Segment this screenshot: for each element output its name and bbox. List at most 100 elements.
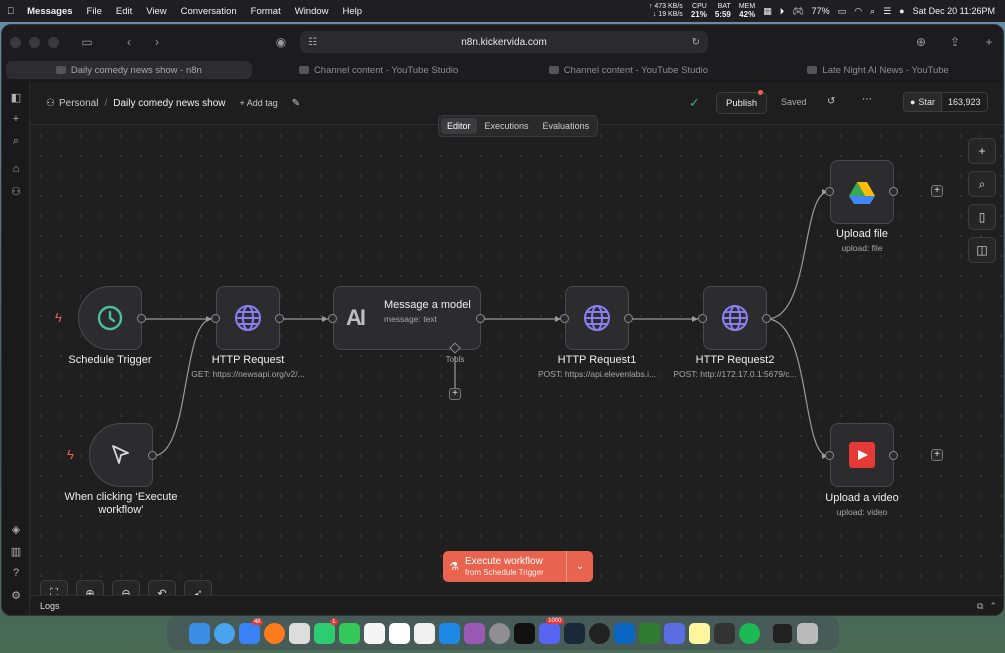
input-port[interactable] xyxy=(825,187,834,196)
output-port[interactable] xyxy=(889,451,898,460)
help-icon[interactable]: ? xyxy=(2,562,30,584)
system-settings-icon[interactable] xyxy=(488,622,510,644)
facetime-icon[interactable]: 1 xyxy=(313,618,338,644)
node-manual-trigger[interactable] xyxy=(89,423,153,487)
input-port[interactable] xyxy=(825,451,834,460)
execute-options-chevron-icon[interactable]: ⌄ xyxy=(566,551,593,582)
share-icon[interactable]: ⇪ xyxy=(941,31,969,53)
apple-icon[interactable]:  xyxy=(0,6,21,17)
tab-youtube-studio-2[interactable]: Channel content - YouTube Studio xyxy=(506,61,752,79)
menu-window[interactable]: Window xyxy=(288,6,336,17)
output-port[interactable] xyxy=(476,314,485,323)
photos-icon[interactable] xyxy=(363,622,385,644)
battery-icon[interactable]: ▭ xyxy=(838,6,847,17)
input-port[interactable] xyxy=(560,314,569,323)
github-star-widget[interactable]: ● Star 163,923 xyxy=(903,92,988,112)
history-icon[interactable]: ↺ xyxy=(827,96,835,107)
execute-workflow-button[interactable]: ⚗ Execute workflow from Schedule Trigger… xyxy=(443,551,593,582)
search-icon[interactable]: ⌕ xyxy=(2,130,30,152)
zoom-window-button[interactable] xyxy=(48,36,59,48)
trash-icon[interactable] xyxy=(796,622,818,644)
tab-editor[interactable]: Editor xyxy=(441,118,477,134)
input-port[interactable] xyxy=(698,314,707,323)
wifi-icon[interactable]: ◠ xyxy=(854,6,862,17)
node-message-model[interactable]: AI Message a model message: text xyxy=(333,286,481,350)
publish-button[interactable]: Publish xyxy=(716,92,768,114)
menu-edit[interactable]: Edit xyxy=(109,6,139,17)
new-tab-icon[interactable]: + xyxy=(975,31,1003,53)
grid-icon[interactable]: ▦ xyxy=(763,6,772,17)
add-node-panel-icon[interactable]: + xyxy=(968,138,996,164)
messages-icon[interactable] xyxy=(338,622,360,644)
minimize-window-button[interactable] xyxy=(29,36,40,48)
logs-bar[interactable]: Logs ⧉ ⌃ xyxy=(30,595,1003,615)
input-port[interactable] xyxy=(211,314,220,323)
node-http-request1[interactable] xyxy=(565,286,629,350)
reminders-icon[interactable] xyxy=(413,622,435,644)
finder-icon[interactable] xyxy=(188,622,210,644)
tab-evaluations[interactable]: Evaluations xyxy=(537,118,596,134)
menu-format[interactable]: Format xyxy=(244,6,288,17)
spotify-icon[interactable] xyxy=(738,622,760,644)
pycharm-icon[interactable] xyxy=(638,622,660,644)
launchpad-icon[interactable] xyxy=(288,622,310,644)
sidebar-toggle-icon[interactable]: ▭ xyxy=(73,31,101,53)
preview-icon[interactable] xyxy=(663,622,685,644)
activity-monitor-icon[interactable] xyxy=(588,622,610,644)
tab-youtube[interactable]: Late Night AI News - YouTube xyxy=(755,61,1001,79)
menu-view[interactable]: View xyxy=(139,6,173,17)
edit-description-icon[interactable]: ✎ xyxy=(292,98,300,109)
menubar-datetime[interactable]: Sat Dec 20 11:26PM xyxy=(913,6,995,16)
tab-n8n[interactable]: Daily comedy news show - n8n xyxy=(6,61,252,79)
app-store-icon[interactable] xyxy=(438,622,460,644)
node-http-request2[interactable] xyxy=(703,286,767,350)
firefox-icon[interactable] xyxy=(263,622,285,644)
menu-conversation[interactable]: Conversation xyxy=(174,6,244,17)
tab-executions[interactable]: Executions xyxy=(479,118,535,134)
output-port[interactable] xyxy=(137,314,146,323)
back-icon[interactable]: ‹ xyxy=(115,31,143,53)
output-port[interactable] xyxy=(889,187,898,196)
insights-icon[interactable]: ▥ xyxy=(2,540,30,562)
search-icon[interactable]: ⌕ xyxy=(870,6,875,17)
output-port[interactable] xyxy=(275,314,284,323)
safari-icon[interactable] xyxy=(213,622,235,644)
reader-icon[interactable]: ☷ xyxy=(308,37,317,48)
close-window-button[interactable] xyxy=(10,36,21,48)
vscode-icon[interactable] xyxy=(613,622,635,644)
node-upload-video[interactable] xyxy=(830,423,894,487)
menu-help[interactable]: Help xyxy=(336,6,370,17)
output-port[interactable] xyxy=(762,314,771,323)
forward-icon[interactable]: › xyxy=(143,31,171,53)
workflow-name[interactable]: Daily comedy news show xyxy=(113,98,225,109)
download-icon[interactable]: ⊕ xyxy=(907,31,935,53)
sticky-note-icon[interactable]: ▯ xyxy=(968,204,996,230)
calendar-icon[interactable] xyxy=(388,622,410,644)
templates-icon[interactable]: ◈ xyxy=(2,518,30,540)
node-upload-file[interactable] xyxy=(830,160,894,224)
podcasts-icon[interactable] xyxy=(463,622,485,644)
steam-icon[interactable] xyxy=(563,622,585,644)
control-center-icon[interactable]: ☰ xyxy=(883,6,891,17)
discord-icon[interactable]: 1000 xyxy=(538,617,564,644)
siri-icon[interactable]: ● xyxy=(899,6,904,16)
node-http-request[interactable] xyxy=(216,286,280,350)
breadcrumb-project[interactable]: Personal xyxy=(59,98,98,109)
output-port[interactable] xyxy=(148,451,157,460)
workflow-canvas[interactable]: ϟ Schedule Trigger ϟ When clicking ‘Exec… xyxy=(31,126,1003,615)
logs-popout-icon[interactable]: ⧉ xyxy=(977,601,983,612)
search-nodes-icon[interactable]: ⌕ xyxy=(968,171,996,197)
play-icon[interactable]: ⏵ xyxy=(780,6,785,17)
chevron-up-icon[interactable]: ⌃ xyxy=(989,601,997,612)
home-icon[interactable]: ⌂ xyxy=(2,158,30,180)
collapse-sidebar-icon[interactable]: ◧ xyxy=(2,86,30,108)
add-node-button[interactable]: + xyxy=(931,185,943,197)
extension-icon[interactable]: ◉ xyxy=(267,31,295,53)
more-options-icon[interactable]: ⋯ xyxy=(862,94,872,105)
add-node-button[interactable]: + xyxy=(931,449,943,461)
add-tag-button[interactable]: + Add tag xyxy=(239,98,277,108)
output-port[interactable] xyxy=(624,314,633,323)
terminal-icon[interactable] xyxy=(513,622,535,644)
minimized-window-icon[interactable] xyxy=(771,622,793,644)
chart-app-icon[interactable] xyxy=(713,622,735,644)
